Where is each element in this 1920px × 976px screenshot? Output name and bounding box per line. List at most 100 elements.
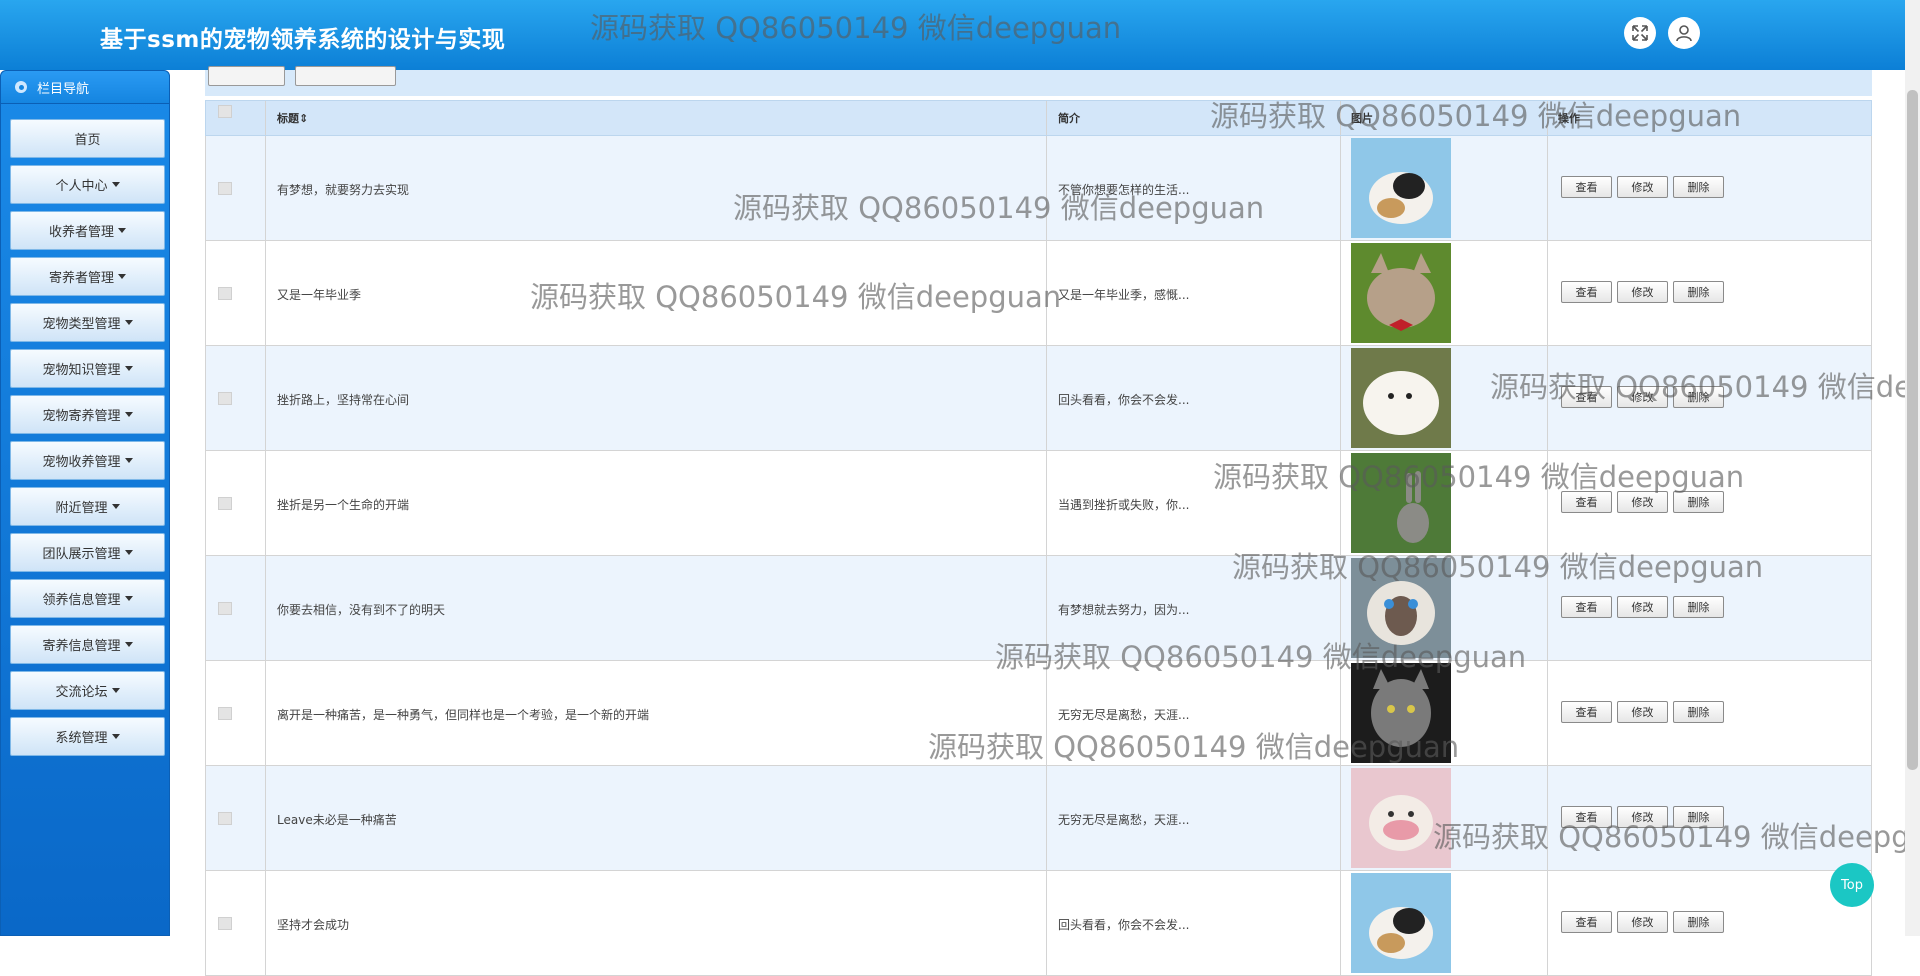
row-title: 挫折路上，坚持常在心间 <box>277 393 410 407</box>
sidebar-item-label: 团队展示管理 <box>42 547 121 562</box>
divider <box>1340 766 1341 870</box>
delete-button[interactable]: 删除 <box>1673 701 1724 723</box>
divider <box>1340 241 1341 345</box>
sidebar-heading: 栏目导航 <box>1 71 169 104</box>
add-button[interactable] <box>208 66 285 86</box>
caret-down-icon <box>124 458 133 463</box>
table-row: 坚持才会成功 回头看看，你会不会发... 查看 修改 删除 <box>205 871 1872 976</box>
sidebar-item[interactable]: 寄养者管理 <box>10 257 165 296</box>
header-title[interactable]: 标题⇕ <box>277 101 308 137</box>
delete-button[interactable]: 删除 <box>1673 176 1724 198</box>
row-title: 又是一年毕业季 <box>277 288 362 302</box>
batch-delete-button[interactable] <box>295 66 396 86</box>
divider <box>265 346 266 450</box>
select-all-checkbox[interactable] <box>218 105 232 118</box>
divider <box>265 136 266 240</box>
edit-button[interactable]: 修改 <box>1617 911 1668 933</box>
edit-button[interactable]: 修改 <box>1617 176 1668 198</box>
divider <box>265 451 266 555</box>
user-button[interactable] <box>1668 17 1700 49</box>
sidebar-item[interactable]: 宠物寄养管理 <box>10 395 165 434</box>
fullscreen-button[interactable] <box>1624 17 1656 49</box>
divider <box>265 871 266 975</box>
row-checkbox[interactable] <box>218 497 232 510</box>
nav-dot-icon <box>15 81 27 93</box>
sidebar-item[interactable]: 附近管理 <box>10 487 165 526</box>
row-checkbox[interactable] <box>218 392 232 405</box>
row-title: 有梦想，就要努力去实现 <box>277 183 410 197</box>
divider <box>1547 136 1548 240</box>
view-button[interactable]: 查看 <box>1561 701 1612 723</box>
watermark-text: 源码获取 QQ86050149 微信deepguan <box>928 730 1460 764</box>
view-button[interactable]: 查看 <box>1561 176 1612 198</box>
sort-icon: ⇕ <box>299 112 309 125</box>
divider <box>1547 661 1548 765</box>
sidebar-item-label: 宠物寄养管理 <box>42 409 121 424</box>
divider <box>265 661 266 765</box>
row-checkbox[interactable] <box>218 182 232 195</box>
sidebar-item[interactable]: 宠物收养管理 <box>10 441 165 480</box>
row-intro: 回头看看，你会不会发... <box>1058 918 1190 932</box>
delete-button[interactable]: 删除 <box>1673 596 1724 618</box>
caret-down-icon <box>111 688 120 693</box>
sidebar-item-label: 宠物收养管理 <box>42 455 121 470</box>
divider <box>265 766 266 870</box>
view-button[interactable]: 查看 <box>1561 281 1612 303</box>
row-intro: 又是一年毕业季，感慨... <box>1058 288 1190 302</box>
watermark-text: 源码获取 QQ86050149 微信deepguan <box>530 280 1062 314</box>
sidebar-item[interactable]: 宠物类型管理 <box>10 303 165 342</box>
row-checkbox[interactable] <box>218 812 232 825</box>
caret-down-icon <box>124 550 133 555</box>
caret-down-icon <box>111 734 120 739</box>
row-checkbox[interactable] <box>218 917 232 930</box>
watermark-text: 源码获取 QQ86050149 微信deepguan <box>733 191 1265 225</box>
row-checkbox[interactable] <box>218 707 232 720</box>
row-title: Leave未必是一种痛苦 <box>277 813 397 827</box>
row-checkbox[interactable] <box>218 287 232 300</box>
delete-button[interactable]: 删除 <box>1673 281 1724 303</box>
caret-down-icon <box>124 320 133 325</box>
divider <box>1046 451 1047 555</box>
caret-down-icon <box>124 596 133 601</box>
watermark-text: 源码获取 QQ86050149 微信deepguan <box>590 11 1122 45</box>
caret-down-icon <box>111 504 120 509</box>
user-icon <box>1676 25 1692 42</box>
sidebar-item[interactable]: 交流论坛 <box>10 671 165 710</box>
edit-button[interactable]: 修改 <box>1617 596 1668 618</box>
view-button[interactable]: 查看 <box>1561 911 1612 933</box>
sidebar-item[interactable]: 寄养信息管理 <box>10 625 165 664</box>
header-title-label: 标题 <box>277 112 299 125</box>
watermark-text: 源码获取 QQ86050149 微信deepguan <box>1490 370 1920 404</box>
sidebar-item[interactable]: 宠物知识管理 <box>10 349 165 388</box>
row-intro: 当遇到挫折或失败，你... <box>1058 498 1190 512</box>
sidebar-item[interactable]: 收养者管理 <box>10 211 165 250</box>
sidebar-item[interactable]: 领养信息管理 <box>10 579 165 618</box>
sidebar-item-label: 系统管理 <box>55 731 108 746</box>
sidebar-item-label: 领养信息管理 <box>42 593 121 608</box>
sidebar-item-label: 收养者管理 <box>48 225 114 240</box>
sidebar-item[interactable]: 团队展示管理 <box>10 533 165 572</box>
delete-button[interactable]: 删除 <box>1673 911 1724 933</box>
edit-button[interactable]: 修改 <box>1617 701 1668 723</box>
edit-button[interactable]: 修改 <box>1617 281 1668 303</box>
sidebar-item-label: 附近管理 <box>55 501 108 516</box>
scrollbar-thumb[interactable] <box>1907 90 1918 770</box>
sidebar-item[interactable]: 系统管理 <box>10 717 165 756</box>
sidebar-item-label: 宠物知识管理 <box>42 363 121 378</box>
caret-down-icon <box>124 412 133 417</box>
row-intro: 回头看看，你会不会发... <box>1058 393 1190 407</box>
view-button[interactable]: 查看 <box>1561 596 1612 618</box>
caret-down-icon <box>118 228 126 233</box>
row-checkbox[interactable] <box>218 602 232 615</box>
back-to-top-button[interactable]: Top <box>1830 863 1874 907</box>
divider <box>1046 346 1047 450</box>
watermark-text: 源码获取 QQ86050149 微信deepguan <box>1433 820 1920 854</box>
sidebar-item-label: 个人中心 <box>55 179 108 194</box>
divider <box>265 556 266 660</box>
header-intro: 简介 <box>1058 112 1080 125</box>
row-title: 你要去相信，没有到不了的明天 <box>277 603 446 617</box>
divider <box>1046 871 1047 975</box>
sidebar-item[interactable]: 个人中心 <box>10 165 165 204</box>
sidebar-item-label: 首页 <box>74 133 101 148</box>
sidebar-item[interactable]: 首页 <box>10 119 165 158</box>
